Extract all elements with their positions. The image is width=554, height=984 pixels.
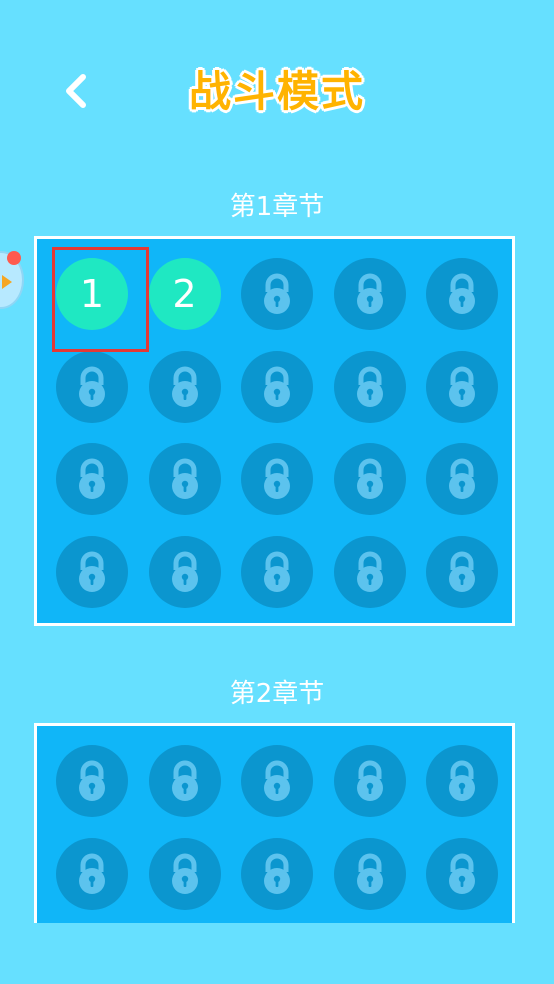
lock-icon — [442, 272, 482, 316]
lock-icon — [72, 550, 112, 594]
lock-icon — [165, 457, 205, 501]
lock-icon — [257, 365, 297, 409]
lock-icon — [257, 457, 297, 501]
locked-level — [333, 443, 406, 515]
locked-level — [426, 443, 498, 515]
locked-level — [56, 837, 128, 910]
locked-level — [148, 837, 221, 910]
locked-level — [426, 350, 498, 423]
locked-level — [426, 535, 498, 608]
locked-level — [56, 443, 128, 515]
lock-icon — [442, 852, 482, 896]
locked-level — [241, 535, 313, 608]
play-icon — [2, 275, 12, 289]
locked-level — [333, 745, 406, 817]
lock-icon — [350, 550, 390, 594]
lock-icon — [350, 365, 390, 409]
locked-level — [148, 350, 221, 423]
locked-level — [333, 350, 406, 423]
locked-level — [148, 443, 221, 515]
locked-level — [333, 535, 406, 608]
chapter-2-level-grid — [34, 723, 515, 923]
lock-icon — [442, 457, 482, 501]
chapter-2-title: 第2章节 — [229, 679, 325, 709]
lock-icon — [350, 272, 390, 316]
locked-level — [241, 745, 313, 817]
lock-icon — [350, 457, 390, 501]
lock-icon — [72, 365, 112, 409]
lock-icon — [257, 852, 297, 896]
lock-icon — [442, 365, 482, 409]
locked-level — [241, 443, 313, 515]
chapter-1-title: 第1章节 — [229, 192, 325, 222]
lock-icon — [165, 365, 205, 409]
locked-level — [333, 258, 406, 330]
locked-level — [241, 350, 313, 423]
page-title: 战斗模式 — [188, 67, 365, 116]
notification-dot — [7, 251, 21, 265]
lock-icon — [165, 852, 205, 896]
chapter-1-level-grid: 12 — [34, 236, 515, 626]
lock-icon — [350, 759, 390, 803]
locked-level — [148, 535, 221, 608]
level-number: 1 — [79, 272, 105, 316]
lock-icon — [165, 759, 205, 803]
locked-level — [426, 837, 498, 910]
lock-icon — [442, 550, 482, 594]
lock-icon — [257, 550, 297, 594]
lock-icon — [442, 759, 482, 803]
locked-level — [426, 258, 498, 330]
lock-icon — [72, 457, 112, 501]
locked-level — [148, 745, 221, 817]
lock-icon — [350, 852, 390, 896]
lock-icon — [72, 759, 112, 803]
locked-level — [56, 350, 128, 423]
locked-level — [333, 837, 406, 910]
lock-icon — [257, 759, 297, 803]
locked-level — [241, 258, 313, 330]
locked-level — [426, 745, 498, 817]
locked-level — [241, 837, 313, 910]
level-button[interactable]: 2 — [148, 258, 221, 330]
level-button[interactable]: 1 — [56, 258, 128, 330]
locked-level — [56, 535, 128, 608]
level-number: 2 — [172, 272, 197, 316]
lock-icon — [257, 272, 297, 316]
locked-level — [56, 745, 128, 817]
lock-icon — [165, 550, 205, 594]
lock-icon — [72, 852, 112, 896]
